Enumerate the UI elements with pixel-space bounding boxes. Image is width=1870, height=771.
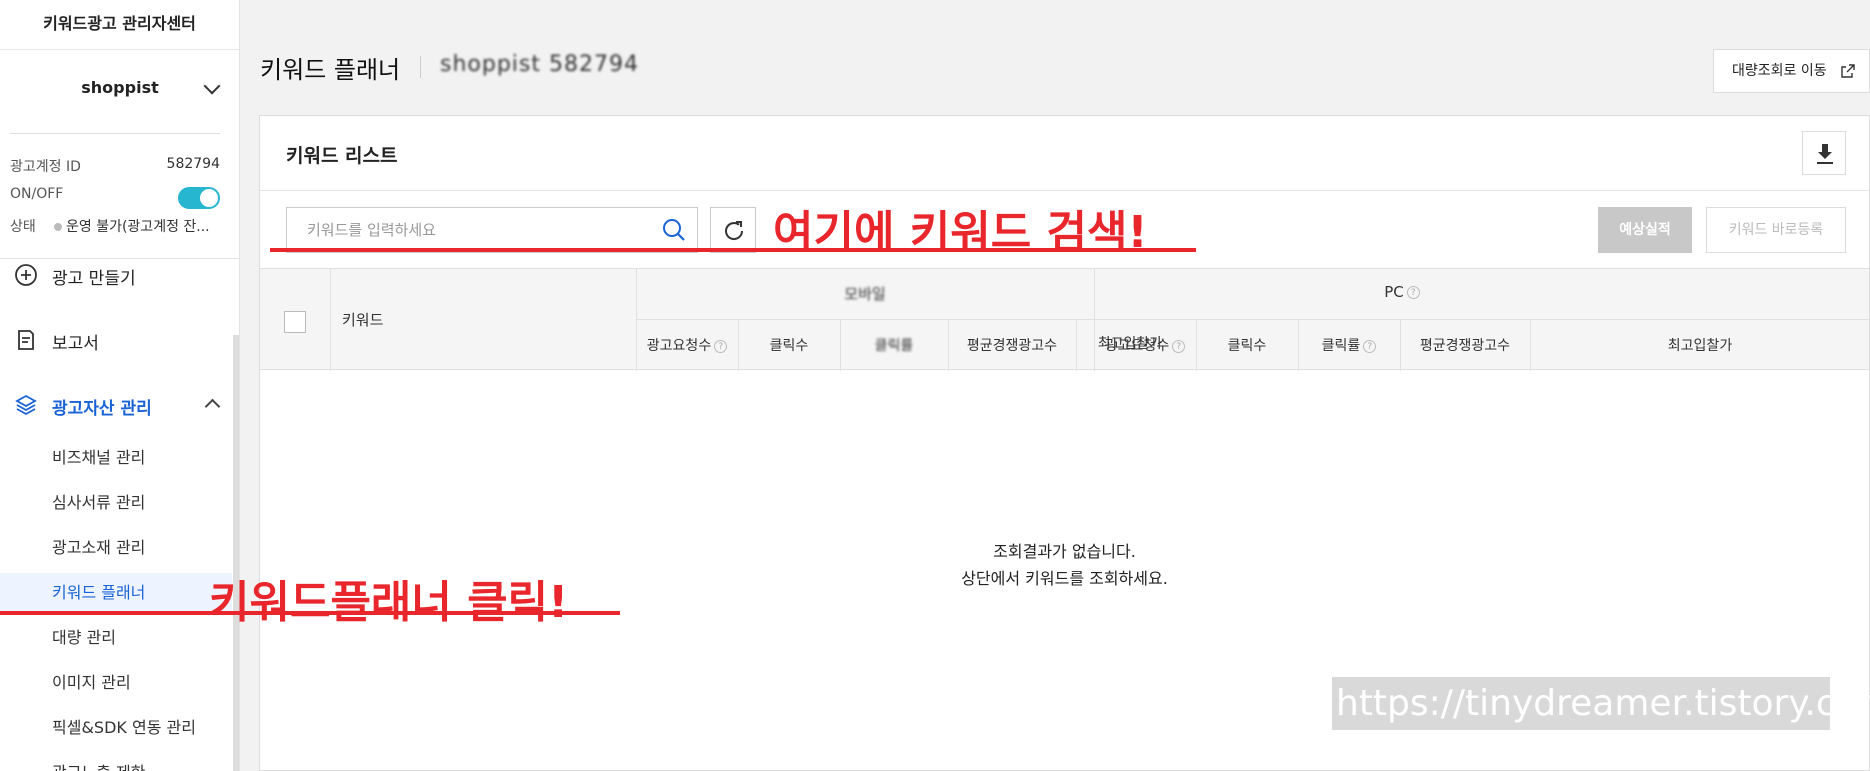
group-pc: PC?	[1094, 283, 1710, 301]
bulk-query-label: 대량조회로 이동	[1732, 63, 1827, 79]
account-id-label: 광고계정 ID	[10, 159, 81, 175]
col-mobile-clicks[interactable]: 클릭수	[738, 335, 840, 355]
keyword-search-input[interactable]	[287, 208, 647, 252]
col-mobile-requests-label: 광고요청수	[646, 338, 712, 354]
col-pc-ctr-label: 클릭률	[1321, 338, 1361, 354]
status-value-text: 운영 불가(광고계정 잔...	[66, 219, 210, 235]
sub-keyword-planner[interactable]: 키워드 플래너	[0, 573, 232, 613]
status-label: 상태	[10, 219, 36, 235]
panel-header: 키워드 리스트	[260, 116, 1869, 191]
bulk-query-button[interactable]: 대량조회로 이동	[1713, 49, 1870, 93]
status-row: 상태 운영 불가(광고계정 잔...	[10, 216, 220, 238]
col-pc-clicks[interactable]: 클릭수	[1196, 335, 1298, 355]
sub-ad-creative[interactable]: 광고소재 관리	[0, 528, 232, 568]
account-selector[interactable]: shoppist	[0, 77, 239, 97]
nav-report-label: 보고서	[52, 334, 99, 354]
col-keyword[interactable]: 키워드	[342, 309, 383, 330]
annotation-planner-hint: 키워드플래너 클릭!	[209, 577, 569, 628]
estimate-button[interactable]: 예상실적	[1598, 207, 1692, 253]
col-mobile-ctr[interactable]: 클릭률	[840, 335, 948, 355]
sidebar: 키워드광고 관리자센터 shoppist 광고계정 ID 582794 ON/O…	[0, 0, 240, 771]
status-dot-icon	[54, 222, 62, 231]
chevron-up-icon	[204, 398, 221, 415]
search-icon[interactable]	[661, 217, 687, 243]
table-header: 키워드 모바일 PC? 광고요청수? 클릭수 클릭률 평균경쟁광고수 광고요청수…	[260, 268, 1870, 371]
report-icon	[18, 330, 34, 350]
layers-icon	[15, 394, 37, 416]
annotation-underline	[270, 248, 1196, 252]
nav-ad-assets-label: 광고자산 관리	[52, 399, 152, 419]
account-id-row: 광고계정 ID 582794	[10, 156, 220, 178]
onoff-row: ON/OFF	[10, 186, 220, 209]
external-link-icon	[1841, 64, 1855, 78]
onoff-toggle[interactable]	[178, 187, 220, 209]
sidebar-scrollbar[interactable]	[233, 335, 239, 771]
col-pc-competition[interactable]: 평균경쟁광고수	[1400, 335, 1530, 355]
app-title: 키워드광고 관리자센터	[0, 0, 239, 50]
sub-pixel-sdk[interactable]: 픽셀&SDK 연동 관리	[0, 708, 232, 748]
refresh-button[interactable]	[710, 207, 756, 253]
col-mobile-competition[interactable]: 평균경쟁광고수	[948, 335, 1076, 355]
download-icon	[1817, 144, 1833, 164]
account-name: shoppist	[81, 78, 159, 97]
sub-review-docs[interactable]: 심사서류 관리	[0, 483, 232, 523]
annotation-underline	[0, 611, 620, 615]
row-divider	[636, 319, 1870, 320]
title-divider	[420, 56, 421, 78]
nav-create-ad-label: 광고 만들기	[52, 269, 136, 289]
help-icon[interactable]: ?	[1363, 339, 1377, 353]
keyword-register-button[interactable]: 키워드 바로등록	[1706, 207, 1846, 253]
sub-biz-channel[interactable]: 비즈채널 관리	[0, 438, 232, 478]
nav-create-ad[interactable]: 광고 만들기	[0, 255, 239, 295]
empty-message: 조회결과가 없습니다.	[993, 542, 1136, 561]
help-icon[interactable]: ?	[714, 339, 728, 353]
panel-title: 키워드 리스트	[286, 145, 398, 167]
chevron-down-icon	[203, 77, 221, 95]
group-mobile: 모바일	[844, 285, 886, 303]
sub-ad-exposure[interactable]: 광고노출 제한	[0, 753, 232, 771]
account-label: shoppist 582794	[440, 52, 639, 77]
divider	[10, 133, 220, 134]
page-title: 키워드 플래너	[260, 56, 401, 84]
nav-ad-assets[interactable]: 광고자산 관리	[0, 385, 239, 425]
toggle-knob	[200, 189, 218, 207]
sub-image[interactable]: 이미지 관리	[0, 663, 232, 703]
help-icon[interactable]: ?	[1406, 286, 1420, 299]
sub-bulk[interactable]: 대량 관리	[0, 618, 232, 658]
account-id-value: 582794	[166, 156, 220, 172]
col-mobile-top-bid-label: 최고입찰가	[1097, 336, 1163, 352]
select-all-checkbox[interactable]	[284, 311, 306, 333]
col-pc-ctr[interactable]: 클릭률?	[1298, 335, 1400, 355]
col-divider	[330, 269, 331, 371]
download-button[interactable]	[1802, 131, 1846, 175]
keyword-search	[286, 207, 698, 253]
col-pc-top-bid[interactable]: 최고입찰가	[1530, 335, 1870, 355]
col-mobile-requests[interactable]: 광고요청수?	[636, 335, 738, 355]
onoff-label: ON/OFF	[10, 186, 64, 202]
plus-circle-icon	[15, 264, 37, 286]
status-value: 운영 불가(광고계정 잔...	[54, 216, 210, 236]
group-pc-label: PC	[1384, 283, 1404, 301]
watermark: https://tinydreamer.tistory.com	[1332, 677, 1870, 730]
refresh-icon	[725, 221, 744, 240]
nav-report[interactable]: 보고서	[0, 320, 239, 360]
